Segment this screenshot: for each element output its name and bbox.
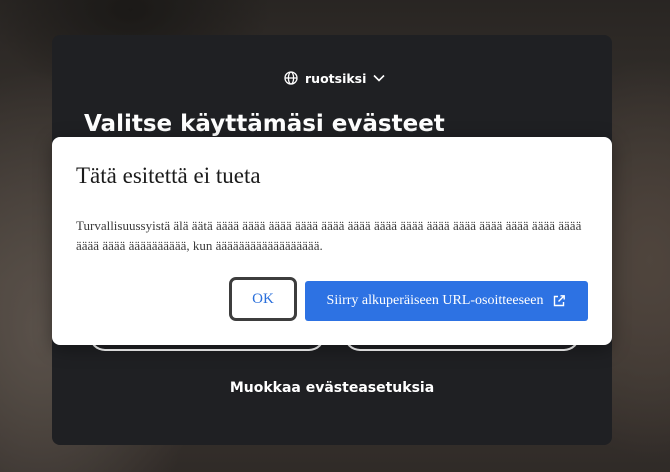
open-original-url-button[interactable]: Siirry alkuperäiseen URL-osoitteeseen xyxy=(305,281,588,321)
unsupported-dialog: Tätä esitettä ei tueta Turvallisuussyist… xyxy=(52,137,612,345)
open-original-url-label: Siirry alkuperäiseen URL-osoitteeseen xyxy=(326,293,544,308)
language-label: ruotsiksi xyxy=(305,70,367,86)
dialog-message: Turvallisuussyistä älä äätä ääää ääää ää… xyxy=(76,218,582,253)
cookie-settings-link[interactable]: Muokkaa evästeasetuksia xyxy=(52,380,612,396)
globe-icon xyxy=(284,71,298,85)
dialog-title: Tätä esitettä ei tueta xyxy=(76,163,261,188)
ok-button[interactable]: OK xyxy=(229,277,297,321)
chevron-down-icon xyxy=(373,74,385,82)
language-selector[interactable]: ruotsiksi xyxy=(284,69,385,87)
external-link-icon xyxy=(552,294,566,308)
cookie-panel-title: Valitse käyttämäsi evästeet xyxy=(84,111,445,137)
